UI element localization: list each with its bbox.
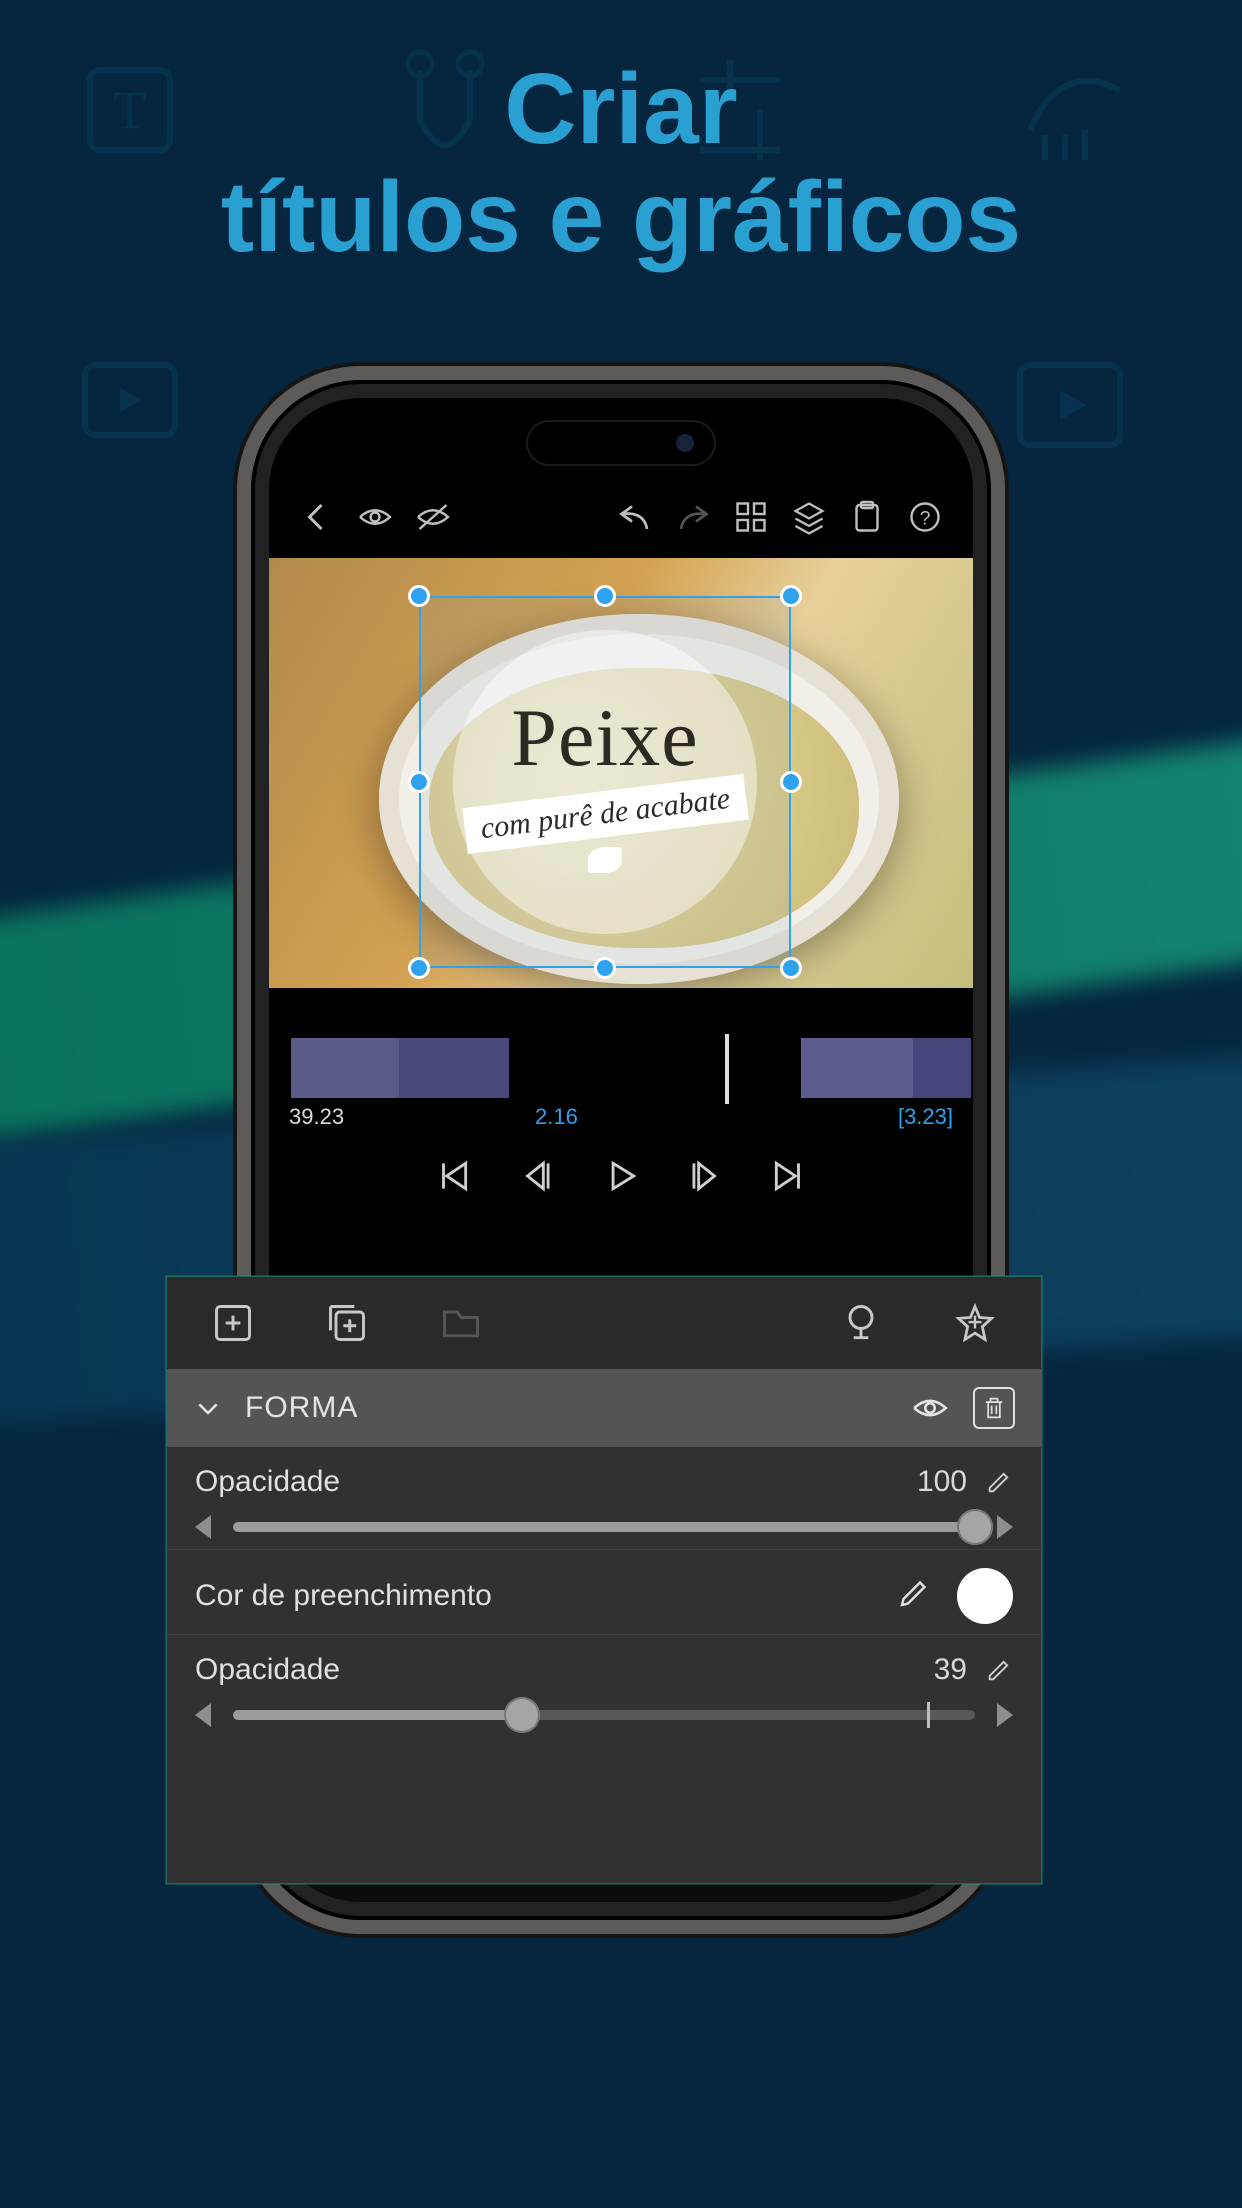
svg-text:?: ? [920,508,931,530]
color-swatch[interactable] [957,1568,1013,1624]
add-icon[interactable] [211,1301,255,1345]
title-main-text: Peixe [511,691,698,785]
help-icon[interactable]: ? [907,499,943,535]
slider-next-icon[interactable] [997,1703,1013,1727]
resize-handle-br[interactable] [780,957,802,979]
prop-label: Opacidade [195,1653,340,1687]
skip-start-icon[interactable] [434,1157,472,1195]
playhead[interactable] [725,1034,729,1104]
timeline-clip[interactable] [291,1038,399,1098]
slider-prev-icon[interactable] [195,1515,211,1539]
redo-icon[interactable] [675,499,711,535]
time-right: [3.23] [898,1104,953,1130]
dynamic-island [526,420,716,466]
prop-label: Cor de preenchimento [195,1579,492,1613]
property-fill-color: Cor de preenchimento [167,1550,1041,1635]
globe-stand-icon[interactable] [839,1301,883,1345]
pencil-icon[interactable] [985,1656,1013,1684]
folder-icon [439,1301,483,1345]
transport-controls [269,1146,973,1206]
visibility-icon[interactable] [911,1389,949,1427]
trash-icon[interactable] [973,1387,1015,1429]
slider-prev-icon[interactable] [195,1703,211,1727]
opacity-slider[interactable] [233,1522,975,1532]
leaf-icon [588,847,622,873]
step-back-icon[interactable] [518,1157,556,1195]
timeline-scrubber[interactable]: 39.23 2.16 [3.23] [269,1038,973,1128]
slider-next-icon[interactable] [997,1515,1013,1539]
resize-handle-ml[interactable] [408,771,430,793]
time-left: 39.23 [289,1104,344,1130]
undo-icon[interactable] [617,499,653,535]
star-add-icon[interactable] [953,1301,997,1345]
eye-open-icon[interactable] [357,499,393,535]
resize-handle-mr[interactable] [780,771,802,793]
resize-handle-tm[interactable] [594,585,616,607]
section-label: FORMA [245,1391,358,1425]
eye-off-icon[interactable] [415,499,451,535]
timeline-clip[interactable] [399,1038,509,1098]
marketing-headline: Criar títulos e gráficos [0,55,1242,271]
video-preview[interactable]: Peixe com purê de acabate [269,558,973,988]
timeline-clip[interactable] [801,1038,913,1098]
play-icon[interactable] [602,1157,640,1195]
time-center: 2.16 [535,1104,578,1130]
title-sub-text: com purê de acabate [478,782,731,845]
opacity-slider[interactable] [233,1710,975,1720]
resize-handle-tr[interactable] [780,585,802,607]
add-stack-icon[interactable] [325,1301,369,1345]
chevron-down-icon [193,1393,223,1423]
pencil-icon[interactable] [985,1468,1013,1496]
prop-value: 39 [934,1653,967,1687]
resize-handle-tl[interactable] [408,585,430,607]
inspector-panel: FORMA Opacidade 100 Cor de preenchimento [166,1276,1042,1884]
property-opacity-2: Opacidade 39 [167,1635,1041,1737]
back-icon[interactable] [299,499,335,535]
headline-line2: títulos e gráficos [0,163,1242,271]
property-opacity: Opacidade 100 [167,1447,1041,1550]
step-forward-icon[interactable] [686,1157,724,1195]
prop-label: Opacidade [195,1465,340,1499]
clipboard-icon[interactable] [849,499,885,535]
headline-line1: Criar [0,55,1242,163]
resize-handle-bm[interactable] [594,957,616,979]
eyedropper-icon[interactable] [893,1578,929,1614]
grid-icon[interactable] [733,499,769,535]
prop-value: 100 [917,1465,967,1499]
resize-handle-bl[interactable] [408,957,430,979]
slider-tick [927,1702,930,1728]
layers-icon[interactable] [791,499,827,535]
timeline-clip[interactable] [913,1038,971,1098]
skip-end-icon[interactable] [770,1157,808,1195]
title-selection-box[interactable]: Peixe com purê de acabate [419,596,791,968]
editor-topbar: ? [269,490,973,544]
section-header[interactable]: FORMA [167,1369,1041,1447]
